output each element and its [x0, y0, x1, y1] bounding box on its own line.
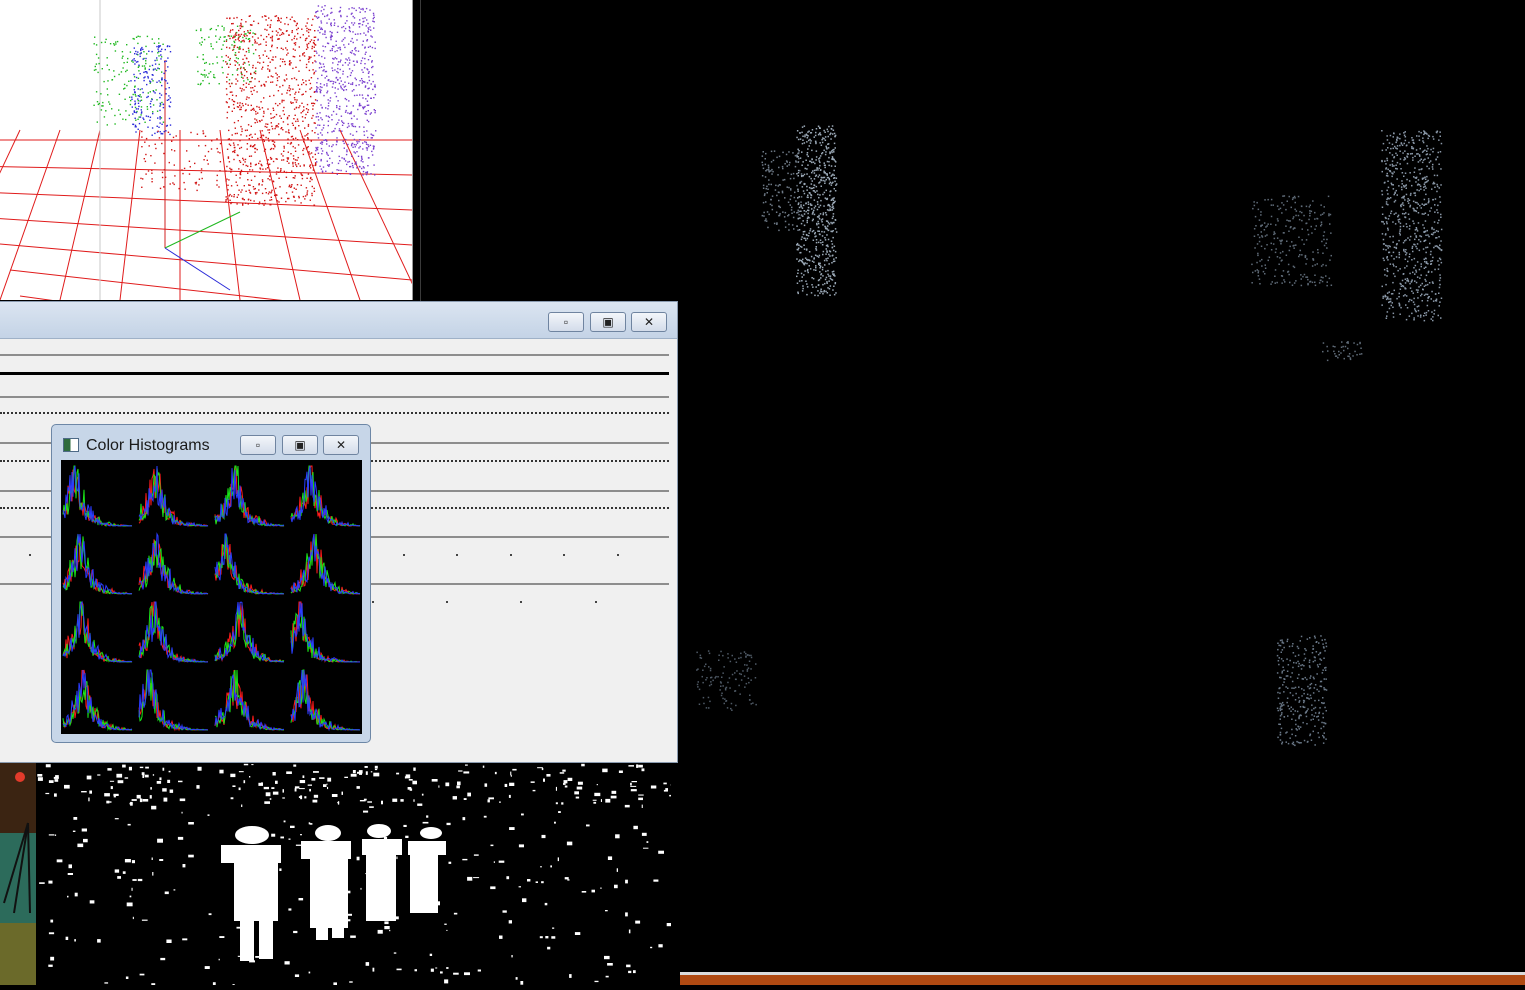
slider-track-2[interactable] [0, 372, 669, 375]
slider-track-3[interactable] [0, 396, 669, 398]
maximize-icon: ▣ [591, 313, 625, 331]
close-icon: ✕ [632, 313, 666, 331]
settings-window-titlebar[interactable]: ▫ ▣ ✕ [0, 302, 677, 339]
point-cluster-purple [315, 5, 376, 176]
app-icon [63, 438, 79, 452]
slider-ticks-3 [0, 412, 669, 414]
scatter-3d-viewer[interactable] [0, 0, 413, 300]
scatter-3d-plot [0, 0, 412, 300]
maximize-button[interactable]: ▣ [590, 312, 626, 332]
minimize-icon: ▫ [549, 313, 583, 331]
histogram-grid-image [61, 460, 362, 734]
axis-line-blue [165, 248, 230, 290]
foreground-mask-view [36, 763, 671, 985]
close-icon: ✕ [324, 436, 358, 454]
minimize-button[interactable]: ▫ [240, 435, 276, 455]
taskbar-strip [680, 972, 1525, 985]
color-histograms-window[interactable]: Color Histograms ▫ ▣ ✕ [51, 424, 371, 743]
window-title: Color Histograms [86, 437, 210, 455]
close-button[interactable]: ✕ [631, 312, 667, 332]
color-camera-thumbnail [0, 763, 36, 985]
minimize-button[interactable]: ▫ [548, 312, 584, 332]
point-cluster-green [93, 25, 256, 126]
minimize-icon: ▫ [241, 436, 275, 454]
close-button[interactable]: ✕ [323, 435, 359, 455]
point-cluster-red [140, 15, 316, 206]
person-silhouettes [221, 824, 446, 961]
maximize-icon: ▣ [283, 436, 317, 454]
maximize-button[interactable]: ▣ [282, 435, 318, 455]
slider-track-1[interactable] [0, 354, 669, 356]
